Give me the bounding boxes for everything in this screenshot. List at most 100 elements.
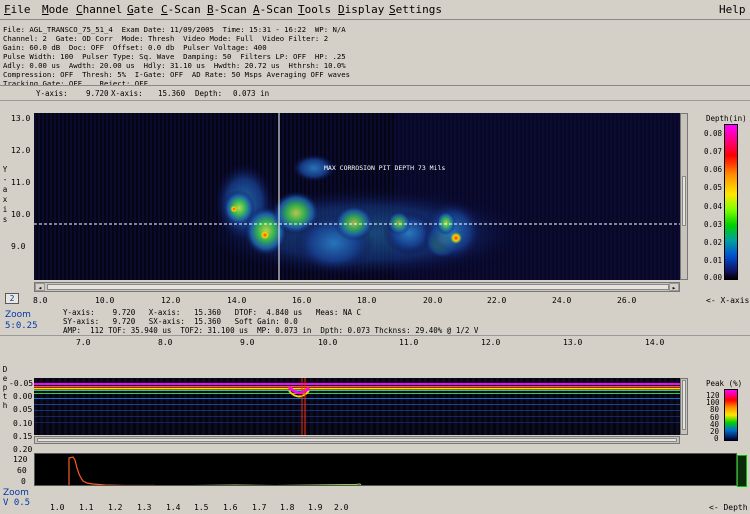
menu-help[interactable]: Help [719, 3, 746, 16]
cursor-depth-label: Depth: [195, 89, 223, 98]
menu-bscan[interactable]: B-Scan [207, 3, 247, 16]
info-line-pulse: Pulse Width: 100 Pulser Type: Sq. Wave D… [3, 53, 346, 61]
cscan-zoom-value[interactable]: 5:0.25 [5, 321, 38, 331]
menu-file[interactable]: File [4, 3, 31, 16]
ascan-x-tick: 1.1 [79, 503, 94, 512]
ascan-zoom-value[interactable]: V 0.5 [3, 498, 30, 508]
info-line-compression: Compression: OFF Thresh: 5% I-Gate: OFF … [3, 71, 351, 79]
ascan-x-axis-label: <- Depth [709, 503, 748, 512]
cscan-zoom-label: Zoom [5, 310, 31, 320]
info-line-gain: Gain: 60.0 dB Doc: OFF Offset: 0.0 db Pu… [3, 44, 267, 52]
ascan-y-tick: 0 [21, 477, 26, 486]
ascan-y-tick: 120 [13, 455, 28, 464]
ascan-x-tick: 1.4 [166, 503, 181, 512]
ascan-x-tick: 1.0 [50, 503, 65, 512]
bscan-y-tick: 0.05 [13, 405, 33, 414]
cursor-y-label: Y-axis: [36, 89, 68, 98]
readout-divider [0, 100, 750, 101]
cscan-x-tick: 16.0 [292, 296, 312, 305]
ascan-gain-indicator[interactable] [737, 455, 747, 487]
bscan-horizontal-scrollbar[interactable] [34, 436, 680, 444]
cscan-vertical-scrollbar[interactable] [680, 113, 688, 280]
bscan-divider [0, 335, 750, 336]
ascan-waveform [68, 456, 362, 485]
cscan-legend-tick: 0.01 [704, 256, 723, 265]
menu-settings[interactable]: Settings [389, 3, 442, 16]
cscan-x-tick: 24.0 [552, 296, 572, 305]
bscan-peak-legend [724, 389, 738, 441]
cscan-x-tick: 18.0 [357, 296, 377, 305]
cursor-depth-value: 0.073 in [233, 89, 270, 98]
bscan-top-tick: 8.0 [158, 338, 173, 347]
cscan-horizontal-scrollbar[interactable]: ◂ ▸ [34, 282, 680, 292]
ascan-plot[interactable] [34, 453, 737, 486]
cscan-heatmap [34, 113, 680, 280]
bscan-y-tick: 0.00 [13, 392, 33, 401]
ascan-x-tick: 1.8 [280, 503, 295, 512]
scroll-left-icon[interactable]: ◂ [35, 283, 45, 292]
cscan-vscroll-thumb[interactable] [682, 176, 686, 226]
cscan-image[interactable]: MAX CORROSION PIT DEPTH 73 Mils [34, 113, 680, 280]
header-divider [0, 85, 750, 86]
bscan-y-tick: 0.20 [13, 445, 33, 454]
bscan-top-tick: 9.0 [240, 338, 255, 347]
bscan-readout-line-2: SY-axis: 9.720 SX-axis: 15.360 Soft Gain… [63, 317, 298, 326]
cscan-legend-title: Depth(in) [706, 114, 747, 123]
cscan-x-tick: 8.0 [33, 296, 48, 305]
scroll-right-icon[interactable]: ▸ [669, 283, 679, 292]
cscan-legend-tick: 0.04 [704, 202, 723, 211]
menu-display[interactable]: Display [338, 3, 384, 16]
cscan-x-tick: 14.0 [227, 296, 247, 305]
cscan-annotation: MAX CORROSION PIT DEPTH 73 Mils [324, 164, 446, 172]
cscan-y-tick: 10.0 [11, 210, 31, 219]
menu-mode[interactable]: Mode [42, 3, 69, 16]
cscan-y-tick: 13.0 [11, 114, 31, 123]
menu-ascan[interactable]: A-Scan [253, 3, 293, 16]
bscan-vertical-scrollbar[interactable] [680, 378, 688, 435]
cscan-legend-tick: 0.06 [704, 165, 723, 174]
bscan-y-axis-title: Depth [0, 365, 10, 410]
bscan-y-tick: 0.15 [13, 432, 33, 441]
menu-bar: File Mode Channel Gate C-Scan B-Scan A-S… [0, 0, 750, 20]
bscan-vscroll-thumb[interactable] [682, 380, 686, 430]
cscan-y-axis-title: Y-axis [0, 165, 10, 225]
menu-gate[interactable]: Gate [127, 3, 154, 16]
bscan-legend-tick: 0 [714, 434, 719, 443]
ascan-x-tick: 1.5 [194, 503, 209, 512]
bscan-hscroll-thumb[interactable] [37, 438, 677, 442]
cscan-legend-tick: 0.08 [704, 129, 723, 138]
cscan-x-tick: 26.0 [617, 296, 637, 305]
cursor-x-label: X-axis: [111, 89, 143, 98]
cursor-x-value: 15.360 [158, 89, 186, 98]
ascan-x-tick: 1.7 [252, 503, 267, 512]
cscan-hscroll-thumb[interactable] [47, 284, 669, 290]
cscan-x-tick: 20.0 [423, 296, 443, 305]
cscan-y-tick: 9.0 [11, 242, 26, 251]
menu-tools[interactable]: Tools [298, 3, 331, 16]
ascan-x-tick: 1.9 [308, 503, 323, 512]
ascan-x-tick: 2.0 [334, 503, 349, 512]
cscan-legend-tick: 0.02 [704, 238, 723, 247]
menu-cscan[interactable]: C-Scan [161, 3, 201, 16]
cscan-legend-tick: 0.05 [704, 183, 723, 192]
ascan-zoom-label: Zoom [3, 488, 29, 498]
cscan-legend-tick: 0.07 [704, 147, 723, 156]
cscan-x-tick: 12.0 [161, 296, 181, 305]
ascan-x-tick: 1.6 [223, 503, 238, 512]
cscan-legend-tick: 0.00 [704, 273, 723, 282]
bscan-plot [34, 378, 680, 435]
info-line-channel: Channel: 2 Gate: OD Corr Mode: Thresh Vi… [3, 35, 329, 43]
cursor-y-value: 9.720 [86, 89, 109, 98]
menu-channel[interactable]: Channel [76, 3, 122, 16]
cscan-y-tick: 11.0 [11, 178, 31, 187]
ascan-x-tick: 1.3 [137, 503, 152, 512]
cscan-x-tick: 22.0 [487, 296, 507, 305]
bscan-top-tick: 14.0 [645, 338, 665, 347]
info-line-delay: Adly: 0.00 us Awdth: 20.00 us Hdly: 31.1… [3, 62, 346, 70]
bscan-top-tick: 7.0 [76, 338, 91, 347]
cscan-page-box[interactable]: 2 [5, 293, 19, 304]
bscan-readout-line-1: Y-axis: 9.720 X-axis: 15.360 DTOF: 4.840… [63, 308, 362, 317]
bscan-image[interactable] [34, 378, 680, 435]
ascan-y-tick: 60 [17, 466, 27, 475]
bscan-legend-title: Peak (%) [706, 379, 743, 388]
